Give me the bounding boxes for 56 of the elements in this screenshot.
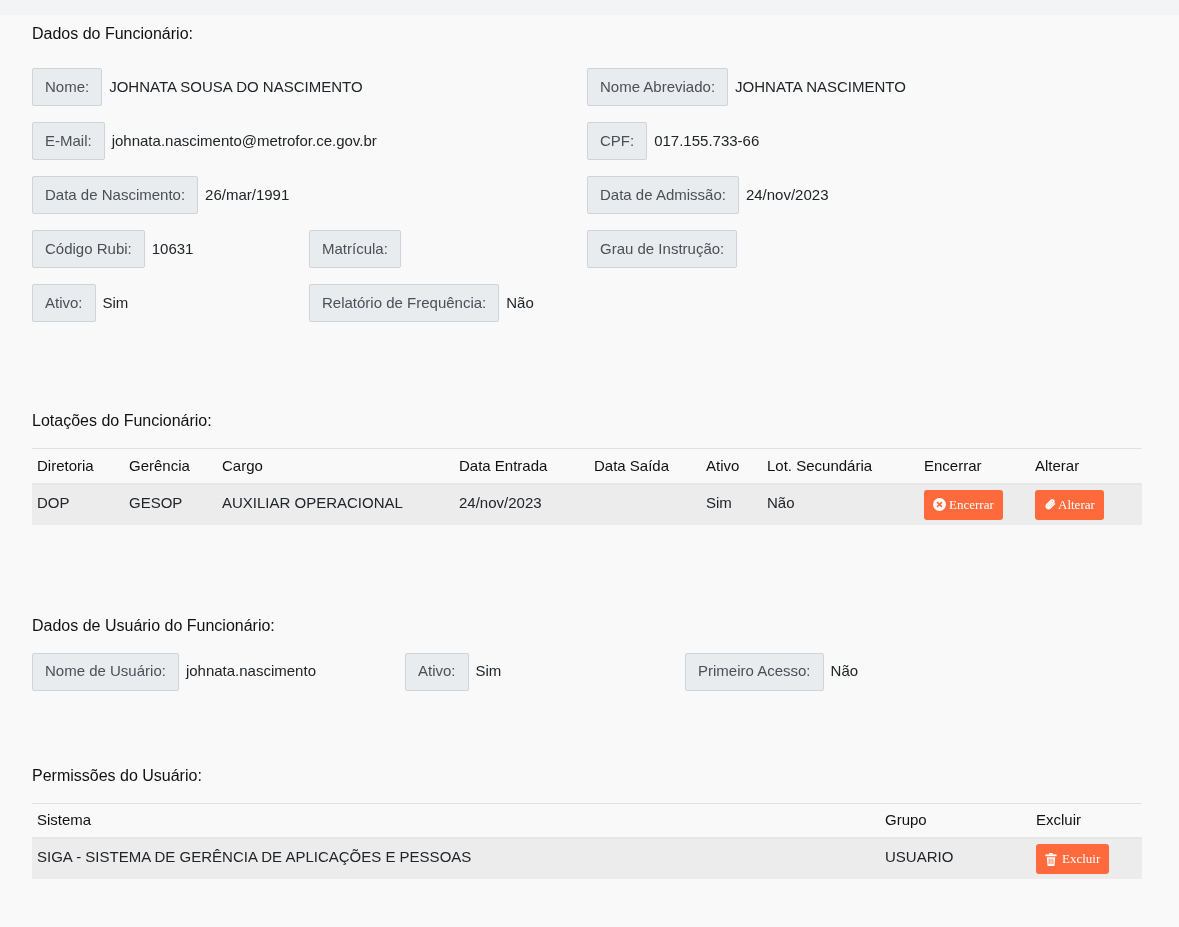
field-value: 10631 (151, 238, 194, 259)
section-title: Dados de Usuário do Funcionário: (32, 615, 276, 636)
column-header: Gerência (124, 448, 217, 484)
field-value: Sim (475, 661, 502, 682)
field-label: Grau de Instrução: (587, 230, 738, 268)
field-label: Data de Nascimento: (32, 176, 199, 214)
table-cell: DOP (37, 493, 70, 511)
field-value: 24/nov/2023 (745, 184, 829, 205)
column-header: Grupo (880, 803, 1031, 838)
field-value: Não (830, 661, 859, 682)
field-label: Código Rubi: (32, 230, 145, 268)
edit-button[interactable]: Alterar (1035, 489, 1104, 520)
column-header: Cargo (217, 448, 454, 484)
field-value: Não (506, 292, 534, 313)
field-value: JOHNATA NASCIMENTO (735, 76, 906, 97)
section-title: Dados do Funcionário: (32, 24, 194, 44)
field-label: CPF: (587, 122, 648, 160)
field-value: 017.155.733-66 (654, 130, 760, 151)
field-label: Ativo: (405, 652, 469, 691)
delete-button[interactable]: Excluir (1036, 844, 1110, 874)
field-label: Relatório de Frequência: (309, 284, 500, 322)
section-title: Permissões do Usuário: (32, 765, 203, 786)
column-header: Alterar (1030, 448, 1142, 484)
table-cell: Sim (706, 493, 732, 511)
paperclip-icon (1044, 498, 1057, 511)
table-cell: GESOP (129, 493, 183, 511)
end-button[interactable]: Encerrar (924, 489, 1003, 520)
field-label: Data de Admissão: (587, 176, 739, 214)
field-value: Sim (102, 292, 129, 313)
table-cell: Não (767, 493, 795, 511)
field-label: Nome Abreviado: (587, 68, 729, 106)
column-header: Data Entrada (454, 448, 589, 484)
field-label: Primeiro Acesso: (685, 652, 824, 691)
table-cell: SIGA - SISTEMA DE GERÊNCIA DE APLICAÇÕES E PESSOAS (37, 848, 472, 865)
table-cell: AUXILIAR OPERACIONAL (222, 493, 403, 511)
trash-icon (1045, 852, 1057, 866)
table-cell: 24/nov/2023 (459, 493, 542, 511)
field-value: JOHNATA SOUSA DO NASCIMENTO (109, 76, 363, 97)
table-cell: USUARIO (885, 848, 954, 865)
section-title: Lotações do Funcionário: (32, 411, 213, 431)
field-label: Matrícula: (309, 230, 401, 268)
column-header: Sistema (32, 803, 880, 838)
column-header: Encerrar (919, 448, 1030, 484)
field-value: johnata.nascimento (185, 661, 316, 682)
field-label: Nome de Usuário: (32, 652, 179, 691)
field-value: johnata.nascimento@metrofor.ce.gov.br (111, 130, 377, 151)
column-header: Data Saída (589, 448, 701, 484)
field-value: 26/mar/1991 (205, 184, 290, 205)
column-header: Ativo (701, 448, 762, 484)
column-header: Lot. Secundária (762, 448, 919, 484)
close-circle-icon (933, 498, 946, 511)
column-header: Excluir (1031, 803, 1142, 838)
field-label: Nome: (32, 68, 103, 106)
column-header: Diretoria (32, 448, 124, 484)
field-label: Ativo: (32, 284, 96, 322)
field-label: E-Mail: (32, 122, 105, 160)
